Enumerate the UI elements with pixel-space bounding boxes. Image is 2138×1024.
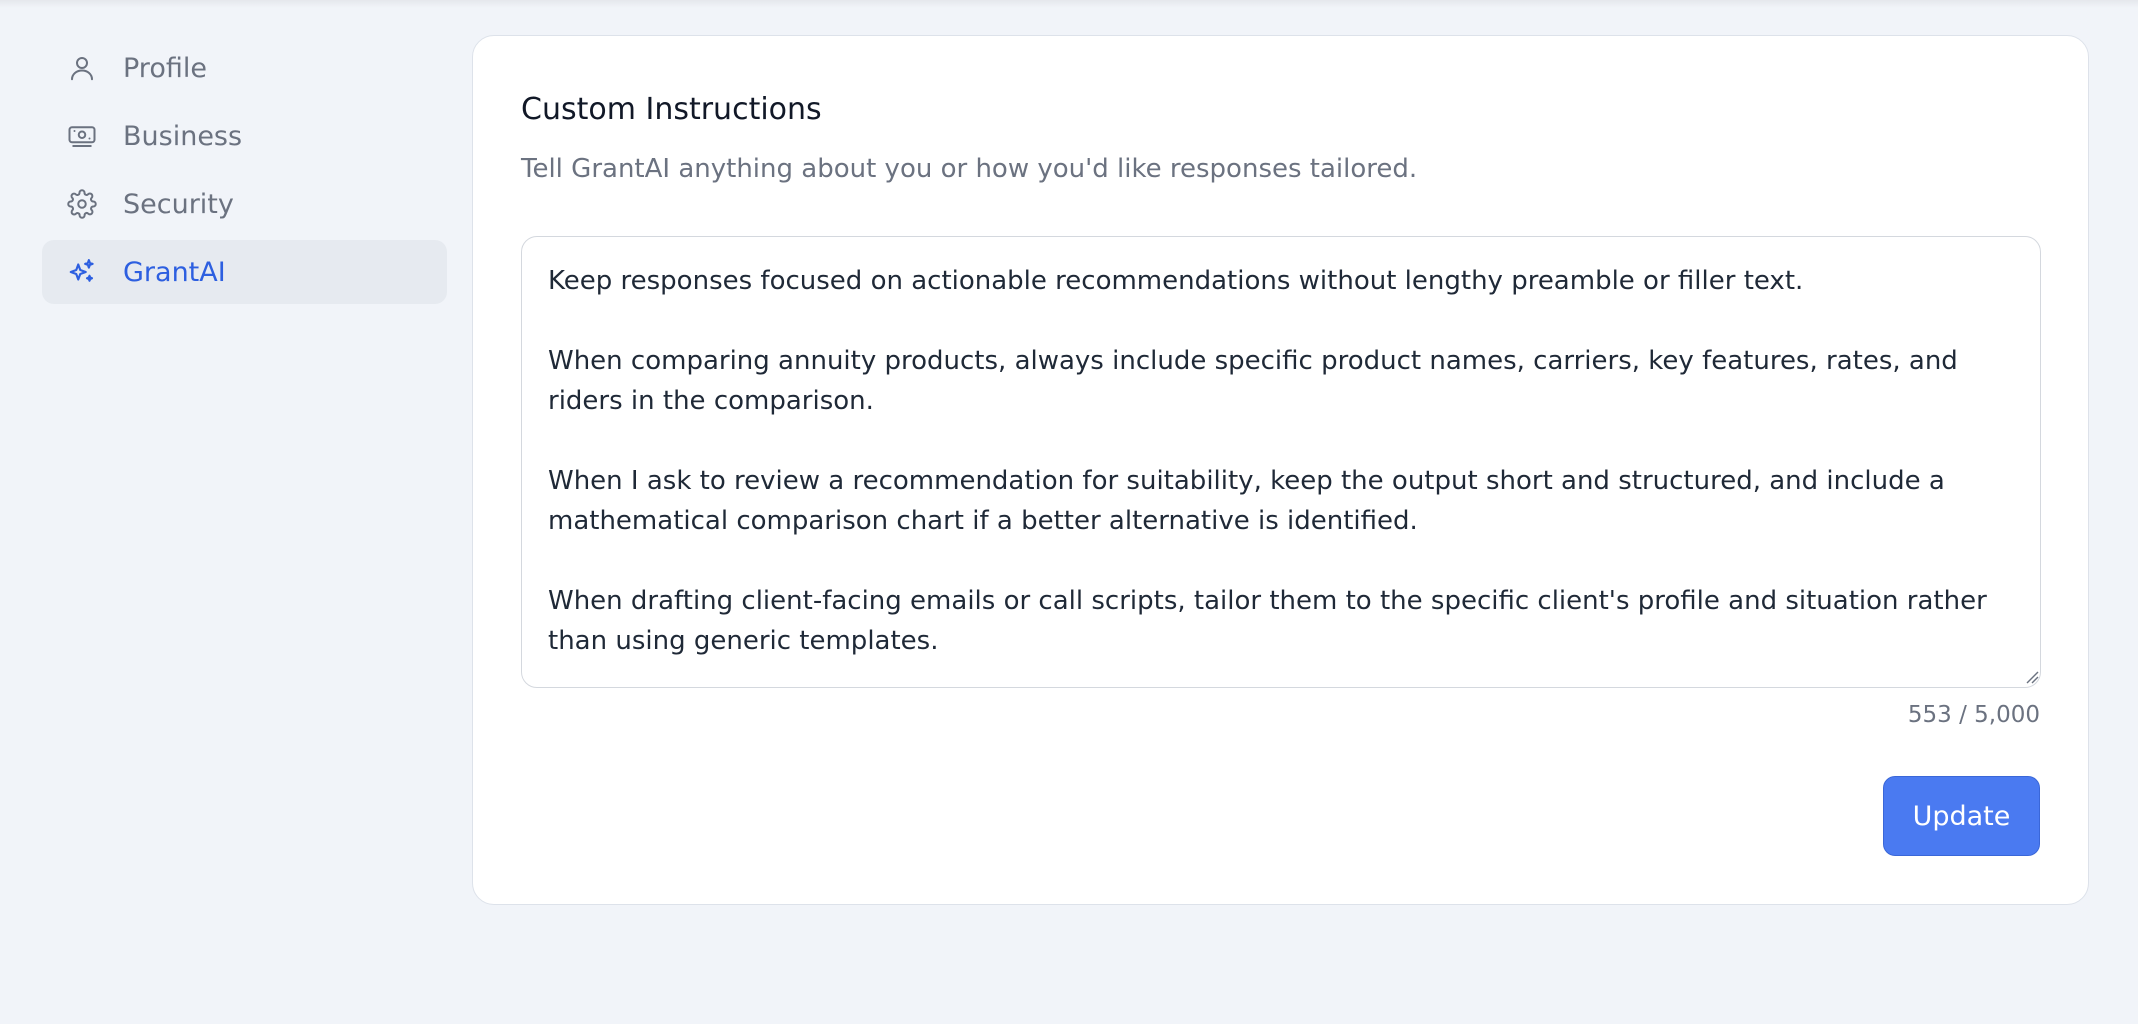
resize-handle-icon[interactable] xyxy=(2025,670,2039,684)
sidebar-item-security[interactable]: Security xyxy=(42,172,447,236)
sidebar-item-profile[interactable]: Profile xyxy=(42,36,447,100)
gear-icon xyxy=(66,188,98,220)
banknote-icon xyxy=(66,120,98,152)
sidebar-item-label: Security xyxy=(123,188,234,220)
custom-instructions-textarea[interactable] xyxy=(521,236,2041,688)
sidebar-item-business[interactable]: Business xyxy=(42,104,447,168)
settings-sidebar: Profile Business Security GrantAI xyxy=(42,36,447,308)
sidebar-item-label: GrantAI xyxy=(123,256,226,288)
character-count: 553 / 5,000 xyxy=(1907,702,2040,728)
card-subtitle: Tell GrantAI anything about you or how y… xyxy=(521,154,1418,184)
sparkles-icon xyxy=(66,256,98,288)
user-icon xyxy=(66,52,98,84)
sidebar-item-label: Profile xyxy=(123,52,207,84)
sidebar-item-grantai[interactable]: GrantAI xyxy=(42,240,447,304)
sidebar-item-label: Business xyxy=(123,120,243,152)
top-shadow xyxy=(0,0,2138,8)
update-button[interactable]: Update xyxy=(1883,776,2040,856)
card-title: Custom Instructions xyxy=(521,92,822,127)
custom-instructions-card: Custom Instructions Tell GrantAI anythin… xyxy=(472,35,2089,905)
